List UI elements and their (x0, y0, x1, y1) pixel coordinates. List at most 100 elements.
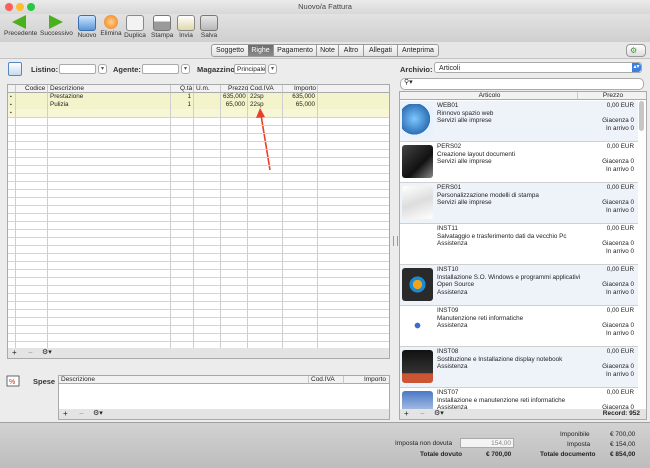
empty-cell (248, 221, 283, 229)
spese-grid[interactable]: Descrizione Cod.IVA Importo (58, 375, 390, 411)
empty-cell (194, 141, 221, 149)
prezzo-cell[interactable]: 65,000 (221, 101, 248, 109)
row-handle[interactable]: ▪ (8, 93, 16, 101)
empty-cell (221, 173, 248, 181)
previous-button[interactable]: Precedente (4, 15, 37, 37)
gear-icon[interactable]: ⚙▾ (93, 409, 103, 417)
archivio-select[interactable]: Articoli ▴▾ (434, 62, 642, 73)
splitter-handle[interactable] (393, 236, 398, 246)
magazzino-field[interactable]: Principale (234, 64, 266, 74)
row-handle[interactable]: ▪ (8, 101, 16, 109)
spese-header-descrizione[interactable]: Descrizione (59, 376, 309, 384)
list-header-articolo[interactable]: Articolo (400, 92, 578, 100)
tab-pagamento[interactable]: Pagamento (274, 44, 317, 57)
zoom-window-button[interactable] (27, 3, 35, 11)
grid-header-qta[interactable]: Q.tà (171, 85, 194, 93)
list-item[interactable]: INST08 Sostituzione e Installazione displ… (400, 347, 638, 388)
delete-button[interactable]: Elimina (100, 15, 122, 37)
descrizione-cell[interactable]: Pulizia (48, 101, 171, 109)
qta-cell[interactable]: 1 (171, 93, 194, 101)
articles-list[interactable]: Articolo Prezzo WEB01 Rinnovo spazio web S… (399, 91, 647, 411)
list-header-prezzo[interactable]: Prezzo (578, 92, 646, 100)
rows-grid[interactable]: Codice Descrizione Q.tà U.m. Prezzo Cod.… (7, 84, 390, 350)
article-text: PERS01 Personalizzazione modelli di stamp… (437, 184, 539, 207)
article-category: Servizi alle imprese (437, 117, 492, 124)
grid-header-prezzo[interactable]: Prezzo (221, 85, 248, 93)
codice-cell[interactable] (16, 101, 48, 109)
remove-article-button[interactable]: − (420, 409, 425, 418)
empty-cell (221, 181, 248, 189)
iva-cell[interactable]: 22sp (248, 93, 283, 101)
tab-anteprima[interactable]: Anteprima (398, 44, 439, 57)
list-item[interactable]: WEB01 Rinnovo spazio web Servizi alle impr… (400, 101, 638, 142)
minimize-window-button[interactable] (16, 3, 24, 11)
codice-cell[interactable] (16, 109, 48, 117)
chevron-down-icon[interactable]: ▾ (98, 64, 107, 74)
grid-header-codice[interactable]: Codice (16, 85, 48, 93)
spese-header-iva[interactable]: Cod.IVA (309, 376, 344, 384)
tab-altro[interactable]: Altro (339, 44, 364, 57)
add-expense-button[interactable]: + (63, 409, 68, 418)
add-row-button[interactable]: + (12, 348, 17, 357)
spese-header-importo[interactable]: Importo (344, 376, 389, 384)
remove-row-button[interactable]: − (28, 348, 33, 357)
grid-header-um[interactable]: U.m. (194, 85, 221, 93)
empty-cell (48, 205, 171, 213)
action-gear-button[interactable]: ⚙ (626, 44, 646, 57)
listino-field[interactable] (59, 64, 96, 74)
print-button[interactable]: Stampa (151, 15, 173, 39)
empty-cell (48, 141, 171, 149)
list-item[interactable]: INST10 Installazione S.O. Windows e progr… (400, 265, 638, 306)
codice-cell[interactable] (16, 93, 48, 101)
duplicate-button[interactable]: Duplica (124, 15, 146, 39)
row-handle[interactable]: ▪ (8, 109, 16, 117)
descrizione-cell[interactable] (48, 109, 171, 117)
grid-header-iva[interactable]: Cod.IVA (248, 85, 283, 93)
save-button[interactable]: Salva (200, 15, 218, 39)
empty-cell (16, 197, 48, 205)
gear-icon[interactable]: ⚙▾ (434, 409, 444, 417)
list-item[interactable]: INST09 Manutenzione reti informatiche Assi… (400, 306, 638, 347)
article-code: INST07 (437, 389, 459, 396)
prezzo-cell[interactable]: 635,000 (221, 93, 248, 101)
gear-icon[interactable]: ⚙▾ (42, 348, 52, 356)
tab-righe[interactable]: Righe (248, 44, 274, 57)
chevron-down-icon[interactable]: ▾ (268, 64, 277, 74)
list-item[interactable]: INST11 Salvataggio e trasferimento dati d… (400, 224, 638, 265)
empty-cell (48, 149, 171, 157)
article-arrivo: In arrivo 0 (606, 370, 634, 378)
next-button[interactable]: Successivo (40, 15, 73, 37)
list-item[interactable]: INST07 Installazione e manutenzione reti … (400, 388, 638, 410)
tab-note[interactable]: Note (317, 44, 339, 57)
list-item[interactable]: PERS02 Creazione layout documenti Servizi … (400, 142, 638, 183)
article-price-block: 0,00 EUR Giacenza 0 In arrivo 0 (602, 307, 634, 337)
list-item[interactable]: PERS01 Personalizzazione modelli di stamp… (400, 183, 638, 224)
grid-header-descrizione[interactable]: Descrizione (48, 85, 171, 93)
send-button[interactable]: Invia (177, 15, 195, 39)
descrizione-cell[interactable]: Prestazione (48, 93, 171, 101)
add-article-button[interactable]: + (404, 409, 409, 418)
um-cell[interactable] (194, 93, 221, 101)
tab-allegati[interactable]: Allegati (364, 44, 398, 57)
article-category: Assistenza (437, 240, 468, 247)
qta-cell[interactable] (171, 109, 194, 117)
close-window-button[interactable] (5, 3, 13, 11)
imposta-non-dovuta-label: Imposta non dovuta (395, 440, 453, 447)
delete-icon (104, 15, 118, 29)
calendar-icon[interactable] (8, 62, 22, 76)
search-input[interactable]: ⚲▾ (400, 78, 644, 90)
um-cell[interactable] (194, 109, 221, 117)
qta-cell[interactable]: 1 (171, 101, 194, 109)
agente-field[interactable] (142, 64, 179, 74)
prezzo-cell[interactable] (221, 109, 248, 117)
um-cell[interactable] (194, 101, 221, 109)
imposta-non-dovuta-field[interactable]: 154,00 (460, 438, 514, 448)
chevron-down-icon[interactable]: ▾ (181, 64, 190, 74)
empty-cell (194, 317, 221, 325)
scrollbar-thumb[interactable] (639, 101, 644, 131)
remove-expense-button[interactable]: − (79, 409, 84, 418)
tab-soggetto[interactable]: Soggetto (211, 44, 249, 57)
grid-header-importo[interactable]: Importo (283, 85, 318, 93)
new-button[interactable]: Nuovo (77, 15, 97, 39)
